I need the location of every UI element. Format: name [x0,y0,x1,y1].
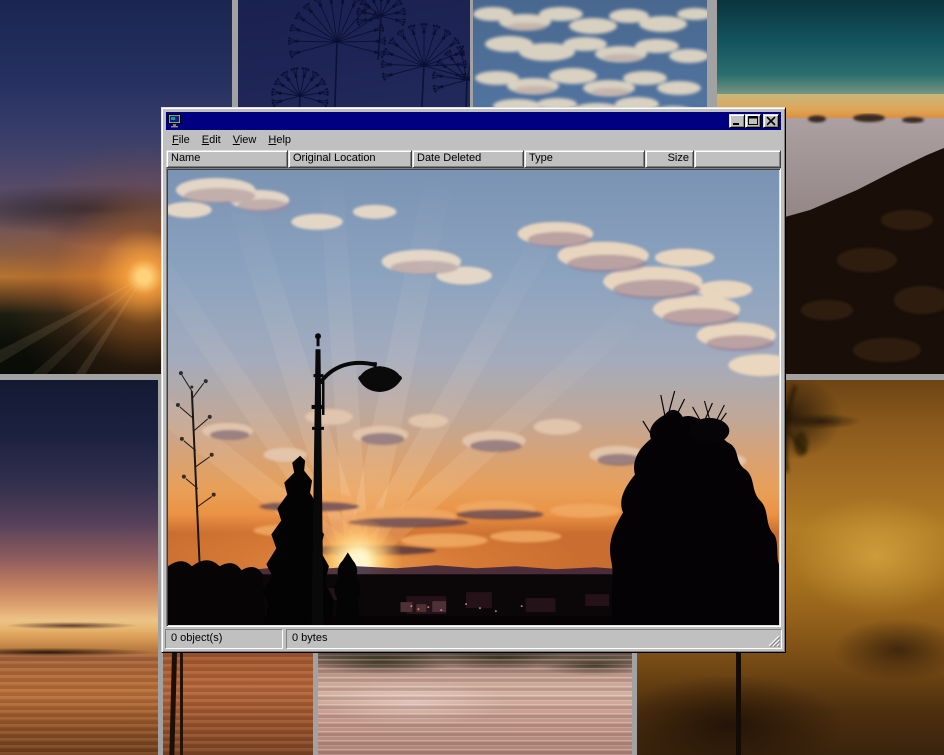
ripple-texture [318,650,632,755]
menu-edit[interactable]: Edit [196,132,227,148]
menu-file[interactable]: File [166,132,196,148]
minimize-icon [731,116,743,126]
menu-view[interactable]: View [227,132,263,148]
window-controls [729,114,779,128]
status-bytes: 0 bytes [286,629,782,649]
file-list-area[interactable] [166,168,781,627]
column-header-size[interactable]: Size [645,150,694,168]
titlebar[interactable] [166,112,781,130]
menubar: FileEditViewHelp [165,130,782,150]
close-button[interactable] [763,114,779,128]
water-texture [0,654,158,755]
menu-help[interactable]: Help [262,132,297,148]
minimize-button[interactable] [729,114,745,128]
resize-grip[interactable] [767,634,780,647]
statusbar: 0 object(s) 0 bytes [165,629,782,649]
column-header-original-location[interactable]: Original Location [288,150,412,168]
status-objects: 0 object(s) [165,629,283,649]
desktop: FileEditViewHelp NameOriginal LocationDa… [0,0,944,755]
wallpaper-photo-violet-sunset-water [0,380,158,755]
column-header-type[interactable]: Type [524,150,645,168]
close-icon [765,116,777,126]
maximize-icon [747,116,759,126]
sunset-lamp-photo [168,170,779,625]
wooden-pole [180,646,183,755]
computer-icon[interactable] [168,114,183,128]
water-texture [163,650,313,755]
column-header-name[interactable]: Name [166,150,288,168]
recycle-bin-window: FileEditViewHelp NameOriginal LocationDa… [161,107,786,653]
maximize-button[interactable] [745,114,761,128]
column-header-date-deleted[interactable]: Date Deleted [412,150,524,168]
column-header-filler[interactable] [694,150,781,168]
column-headers: NameOriginal LocationDate DeletedTypeSiz… [166,150,781,168]
